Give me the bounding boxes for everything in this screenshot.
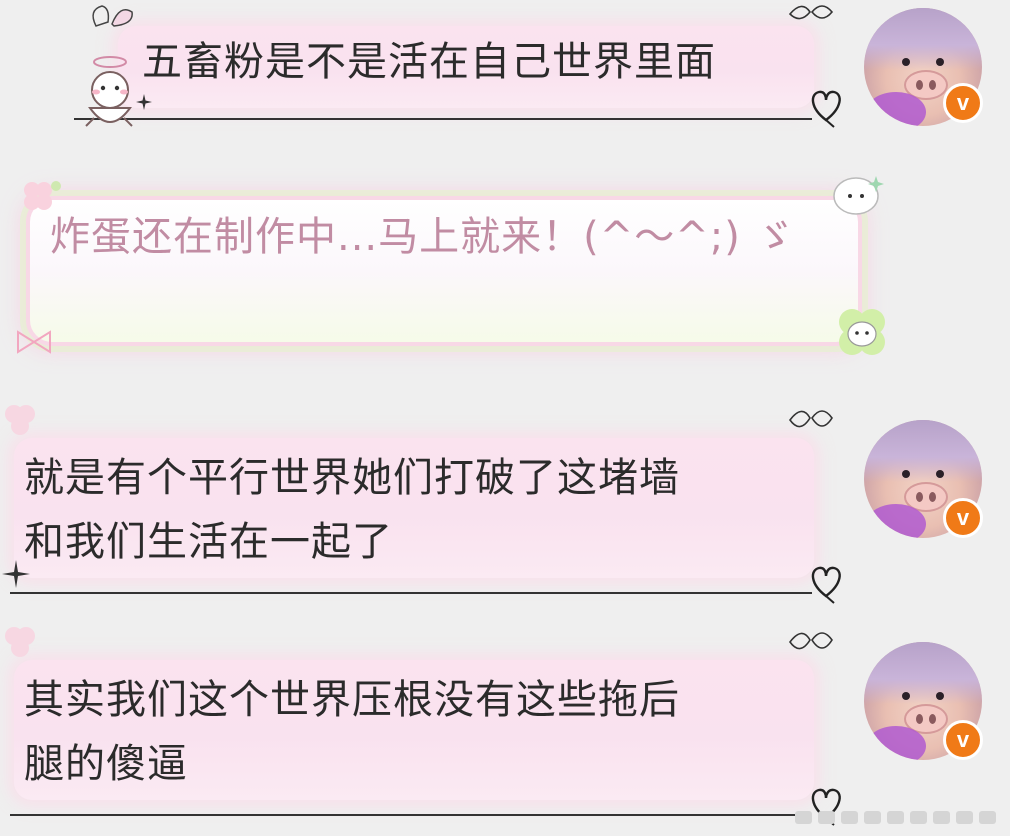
- clover-icon: [839, 309, 885, 355]
- butterfly-icon: [788, 5, 834, 20]
- clover-icon: [5, 627, 35, 657]
- bubble-underline: [74, 118, 812, 120]
- sparkle-icon: [136, 94, 152, 110]
- butterfly-icon: [789, 410, 833, 428]
- message-text: 其实我们这个世界压根没有这些拖后 腿的傻逼: [24, 677, 680, 787]
- bubble-underline: [10, 592, 812, 594]
- message-text: 五畜粉是不是活在自己世界里面: [142, 39, 716, 85]
- bow-icon: [17, 330, 51, 354]
- message-text: 就是有个平行世界她们打破了这堵墙 和我们生活在一起了: [24, 455, 680, 565]
- message-text: 炸蛋还在制作中...马上就来！(^～^;) ゞ: [50, 214, 796, 260]
- verified-badge-icon: v: [943, 720, 983, 760]
- verified-badge-icon: v: [943, 83, 983, 123]
- sparkle-icon: [2, 560, 30, 588]
- clover-icon: [5, 405, 35, 435]
- sheep-sticker-icon: [85, 56, 133, 127]
- butterfly-icon: [789, 632, 833, 650]
- heart-doodle-icon: [811, 90, 841, 128]
- butterfly-icon: [92, 5, 133, 27]
- heart-doodle-icon: [811, 566, 841, 604]
- sheep-sticker-icon: [833, 176, 884, 215]
- page-dots-icon: [795, 811, 996, 824]
- bubble-underline: [10, 814, 812, 816]
- clover-icon: [24, 181, 61, 210]
- verified-badge-icon: v: [943, 498, 983, 538]
